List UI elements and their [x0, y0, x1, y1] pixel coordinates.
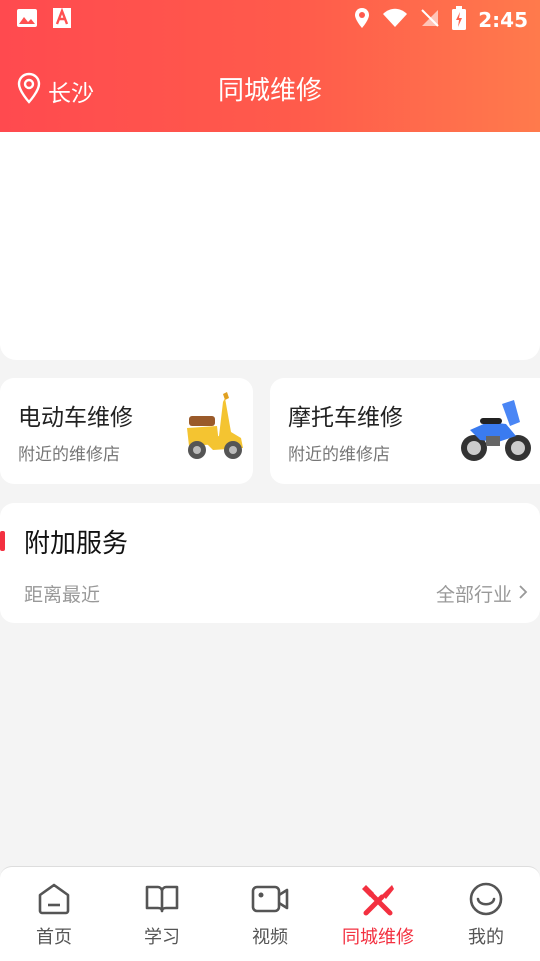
tab-home[interactable]: 首页 [0, 867, 108, 961]
tab-learn[interactable]: 学习 [108, 867, 216, 961]
category-subtitle: 附近的维修店 [18, 445, 120, 465]
section-accent-bar [0, 531, 5, 551]
app-notification-icon [52, 7, 72, 33]
book-icon [144, 881, 180, 921]
chevron-right-icon [518, 583, 528, 605]
category-card-motorcycle[interactable]: 摩托车维修 附近的维修店 [270, 378, 540, 484]
banner-area [0, 132, 540, 360]
industry-filter-label: 全部行业 [435, 584, 512, 606]
tab-label: 我的 [468, 927, 504, 948]
category-title: 摩托车维修 [288, 405, 403, 431]
category-subtitle: 附近的维修店 [288, 445, 390, 465]
bottom-tab-bar: 首页 学习 视频 同城维修 我的 [0, 866, 540, 961]
header: 2:45 长沙 同城维修 [0, 0, 540, 132]
industry-filter[interactable]: 全部行业 [436, 580, 528, 607]
tab-label: 首页 [36, 927, 72, 948]
motorcycle-icon [458, 396, 534, 472]
tab-mine[interactable]: 我的 [432, 867, 540, 961]
tools-icon [360, 881, 396, 921]
video-icon [251, 881, 289, 921]
category-title: 电动车维修 [18, 405, 133, 431]
status-bar: 2:45 [0, 0, 540, 36]
sort-distance-filter[interactable]: 距离最近 [24, 580, 100, 607]
tab-label: 学习 [144, 927, 180, 948]
scooter-icon [183, 388, 247, 468]
home-icon [36, 881, 72, 921]
image-notification-icon [16, 7, 38, 33]
page-title: 同城维修 [217, 76, 322, 106]
clock: 2:45 [478, 8, 528, 32]
smile-icon [468, 881, 504, 921]
tab-label: 同城维修 [342, 927, 414, 948]
battery-icon [452, 6, 467, 34]
additional-services-panel: 附加服务 距离最近 全部行业 [0, 503, 540, 623]
no-signal-icon [420, 8, 440, 32]
location-status-icon [354, 7, 370, 33]
wifi-icon [382, 8, 408, 32]
category-card-ebike[interactable]: 电动车维修 附近的维修店 [0, 378, 253, 484]
tab-label: 视频 [252, 927, 288, 948]
tab-video[interactable]: 视频 [216, 867, 324, 961]
section-title: 附加服务 [24, 529, 129, 559]
tab-local-repair[interactable]: 同城维修 [324, 867, 432, 961]
